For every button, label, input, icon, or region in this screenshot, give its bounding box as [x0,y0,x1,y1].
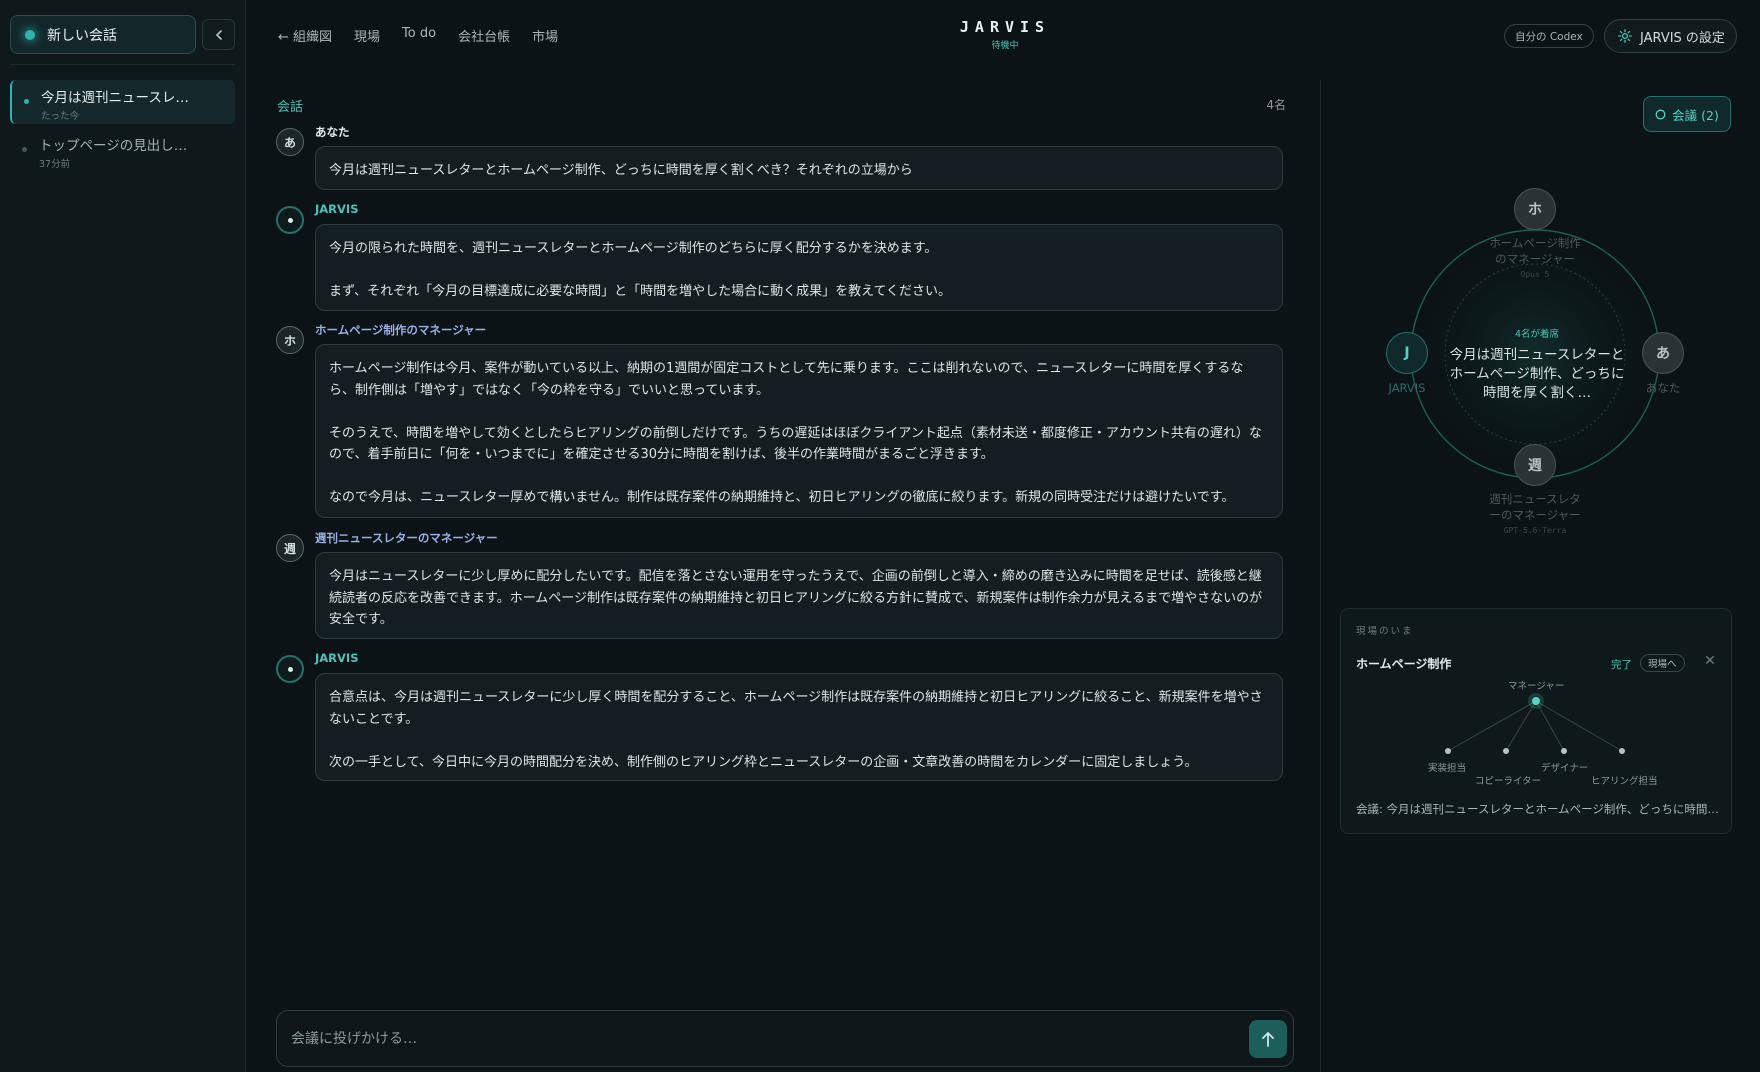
conversation-item-active[interactable]: 今月は週刊ニュースレ… たった今 [10,80,235,124]
settings-label: JARVIS の設定 [1640,30,1725,46]
avatar: ホ [276,326,304,354]
top-nav: ← 組織図 現場 To do 会社台帳 市場 [278,26,558,45]
sender-name: ホームページ制作のマネージャー [315,323,487,337]
message-bubble: 合意点は、今月は週刊ニュースレターに少し厚く時間を配分すること、ホームページ制作… [315,673,1283,781]
field-meeting-summary: 会議: 今月は週刊ニュースレターとホームページ制作、どっちに時間… [1356,802,1719,816]
brand-title: JARVIS [959,18,1051,36]
message-text: そのうえで、時間を増やして効くとしたらヒアリングの前倒しだけです。うちの遅延はほ… [329,425,1262,463]
role-designer: デザイナー [1541,763,1589,774]
message-text: 合意点は、今月は週刊ニュースレターに少し厚く時間を配分すること、ホームページ制作… [329,690,1263,727]
meeting-topic: 今月は週刊ニュースレターとホームページ制作、どっちに時間を厚く割く… [1449,347,1625,401]
participant-label-you: あなた [1645,381,1681,395]
nav-market[interactable]: 市場 [532,26,558,45]
nav-org-chart[interactable]: ← 組織図 [278,26,332,45]
brand-status: 待機中 [991,41,1019,51]
codex-button[interactable]: 自分の Codex [1504,24,1594,48]
composer [276,1010,1294,1067]
message-text: まず、それぞれ「今月の目標達成に必要な時間」と「時間を増やした場合に動く成果」を… [329,284,952,299]
participant-name: のマネージャー [1495,252,1575,266]
participant-count: 4名 [1266,98,1286,112]
jarvis-avatar [276,655,304,683]
participant-label-newsletter: 週刊ニュースレタ ーのマネージャー GPT-5.6-Terra [1470,491,1600,539]
message-text: 今月の限られた時間を、週刊ニュースレターとホームページ制作のどちらに厚く配分する… [329,241,938,256]
active-dot-icon [24,99,29,104]
brand: JARVIS 待機中 [900,18,1110,51]
message-text: 今月は週刊ニュースレターとホームページ制作、どっちに時間を厚く割くべき？それぞれ… [329,163,913,178]
gear-icon [1618,29,1632,43]
participant-node-homepage[interactable]: ホ [1514,188,1556,230]
participant-name: ーのマネージャー [1489,508,1581,522]
nav-field[interactable]: 現場 [354,26,380,45]
sidebar-divider [10,64,235,65]
conversation-item[interactable]: トップページの見出し… 37分前 [10,128,235,172]
sender-name: あなた [315,125,350,139]
status-dot-icon [25,29,35,40]
role-hearing: ヒアリング担当 [1591,776,1658,787]
composer-input[interactable] [291,1011,1191,1066]
nav-todo[interactable]: To do [402,26,436,45]
seated-count: 4名が着席 [1514,329,1560,340]
role-copywriter: コピーライター [1475,776,1542,787]
sender-name: JARVIS [315,651,359,665]
participant-node-jarvis[interactable]: J [1386,332,1428,374]
message-bubble: 今月は週刊ニュースレターとホームページ制作、どっちに時間を厚く割くべき？それぞれ… [315,146,1283,190]
nav-company-ledger[interactable]: 会社台帳 [458,26,510,45]
chevron-left-icon [215,29,222,40]
conversation-time: 37分前 [39,159,71,170]
role-manager: マネージャー [1508,681,1565,692]
message-text: ホームページ制作は今月、案件が動いている以上、納期の1週間が固定コストとして先に… [329,361,1244,398]
sender-name: JARVIS [315,202,359,216]
arrow-up-icon [1262,1032,1274,1047]
new-chat-label: 新しい会話 [47,27,117,44]
conversation-title: トップページの見出し… [39,138,188,154]
message-bubble: 今月はニュースレターに少し厚めに配分したいです。配信を落とさない運用を守ったうえ… [315,552,1283,639]
message-bubble: ホームページ制作は今月、案件が動いている以上、納期の1週間が固定コストとして先に… [315,344,1283,518]
participant-label-homepage: ホームページ制作 のマネージャー Opus 5 [1470,235,1600,283]
meeting-button[interactable]: 会議 (2) [1643,96,1731,132]
sender-name: 週刊ニュースレターのマネージャー [315,531,498,545]
jarvis-avatar [276,206,304,234]
jarvis-settings-button[interactable]: JARVIS の設定 [1604,19,1737,53]
ring-icon [1655,109,1666,119]
meeting-label: 会議 (2) [1672,107,1719,123]
message-text: 今月はニュースレターに少し厚めに配分したいです。配信を落とさない運用を守ったうえ… [329,569,1263,627]
new-chat-button[interactable]: 新しい会話 [10,15,196,54]
inactive-dot-icon [22,147,27,152]
conversation-title: 今月は週刊ニュースレ… [41,90,189,106]
collapse-sidebar-button[interactable] [202,19,235,50]
sidebar: 新しい会話 今月は週刊ニュースレ… たった今 トップページの見出し… 37分前 [0,0,246,1072]
avatar: 週 [276,534,304,562]
role-implementer: 実装担当 [1428,763,1467,774]
send-button[interactable] [1249,1020,1287,1058]
conversation-time: たった今 [41,111,80,122]
participant-model: Opus 5 [1520,270,1550,279]
avatar: あ [276,128,304,156]
chat-section-label: 会話 [277,100,304,115]
participant-node-you[interactable]: あ [1642,332,1684,374]
participant-label-jarvis: JARVIS [1388,381,1426,395]
participant-node-newsletter[interactable]: 週 [1514,444,1556,486]
participant-name: 週刊ニュースレタ [1489,492,1581,506]
field-status-card: 現場のいま ホームページ制作 完了 現場へ ✕ マネージャー 実装担当 コピーラ… [1340,608,1732,834]
message-bubble: 今月の限られた時間を、週刊ニュースレターとホームページ制作のどちらに厚く配分する… [315,224,1283,311]
participant-model: GPT-5.6-Terra [1503,526,1567,535]
participant-name: ホームページ制作 [1489,236,1581,250]
message-text: なので今月は、ニュースレター厚めで構いません。制作は既存案件の納期維持と、初日ヒ… [329,490,1235,505]
message-text: 次の一手として、今日中に今月の時間配分を決め、制作側のヒアリング枠とニュースレタ… [329,754,1198,770]
